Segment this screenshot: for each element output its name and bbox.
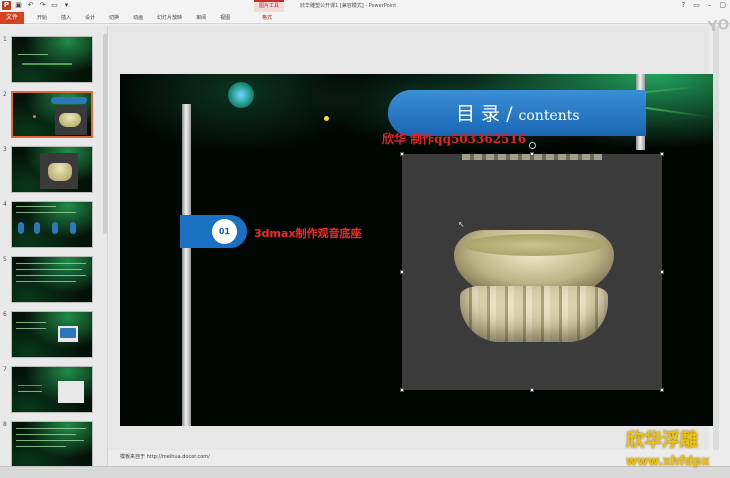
thumbnail-number: 3 bbox=[3, 146, 7, 153]
window-title: 欣华雕塑公开课1 [兼容模式] - PowerPoint bbox=[300, 3, 397, 9]
undo-icon[interactable]: ↶ bbox=[26, 1, 35, 10]
redo-icon[interactable]: ↷ bbox=[38, 1, 47, 10]
url-watermark: www.xhfdpx bbox=[626, 454, 710, 468]
tab-animations[interactable]: 动画 bbox=[126, 12, 150, 24]
tab-file[interactable]: 文件 bbox=[0, 12, 24, 24]
slide-editing-area: 目 录 / contents 01 3dmax制作观音底座 ↖ 欣华 制作qq5… bbox=[109, 26, 714, 450]
resize-handle-bl[interactable] bbox=[400, 388, 404, 392]
tab-format[interactable]: 格式 bbox=[262, 12, 272, 24]
thumbnail-number: 6 bbox=[3, 311, 7, 318]
resize-handle-l[interactable] bbox=[400, 270, 404, 274]
thumbnail-preview bbox=[11, 256, 93, 303]
tab-review[interactable]: 审阅 bbox=[189, 12, 213, 24]
thumbnail-preview bbox=[11, 91, 93, 138]
resize-handle-br[interactable] bbox=[660, 388, 664, 392]
brand-watermark: 欣华浮雕 bbox=[626, 430, 698, 451]
thumbnail-number: 8 bbox=[3, 421, 7, 428]
save-icon[interactable]: ▣ bbox=[14, 1, 23, 10]
ribbon-tabs: 文件 开始 插入 设计 切换 动画 幻灯片放映 审阅 视图 格式 bbox=[0, 12, 730, 24]
tab-design[interactable]: 设计 bbox=[78, 12, 102, 24]
mouse-cursor-icon: ↖ bbox=[458, 220, 465, 229]
picture-tools-header: 图片工具 bbox=[254, 0, 284, 12]
tab-slideshow[interactable]: 幻灯片放映 bbox=[150, 12, 189, 24]
canvas-scrollbar[interactable] bbox=[713, 26, 719, 450]
light-dot bbox=[324, 116, 329, 121]
resize-handle-r[interactable] bbox=[660, 270, 664, 274]
tab-home[interactable]: 开始 bbox=[30, 12, 54, 24]
tab-transitions[interactable]: 切换 bbox=[102, 12, 126, 24]
title-bar: P ▣ ↶ ↷ ▭ ▾ 图片工具 欣华雕塑公开课1 [兼容模式] - Power… bbox=[0, 0, 730, 12]
powerpoint-window: P ▣ ↶ ↷ ▭ ▾ 图片工具 欣华雕塑公开课1 [兼容模式] - Power… bbox=[0, 0, 730, 478]
thumbnail-number: 2 bbox=[3, 91, 7, 98]
window-controls: ? ▭ – ▢ bbox=[682, 1, 726, 9]
customize-qat-icon[interactable]: ▾ bbox=[62, 1, 71, 10]
thumbnail-preview bbox=[11, 201, 93, 248]
thumbnail-preview bbox=[11, 311, 93, 358]
start-slideshow-icon[interactable]: ▭ bbox=[50, 1, 59, 10]
toc-item-number: 01 bbox=[212, 219, 237, 244]
vertical-pole-left bbox=[182, 104, 191, 426]
maximize-icon[interactable]: ▢ bbox=[719, 1, 726, 9]
slide-thumbnail-1[interactable]: 1 bbox=[3, 36, 103, 84]
ribbon-tab-list: 开始 插入 设计 切换 动画 幻灯片放映 审阅 视图 bbox=[30, 12, 237, 24]
lotus-base-model bbox=[454, 230, 614, 348]
thumbnail-number: 4 bbox=[3, 201, 7, 208]
tab-insert[interactable]: 插入 bbox=[54, 12, 78, 24]
quick-access-toolbar: P ▣ ↶ ↷ ▭ ▾ bbox=[2, 1, 71, 10]
powerpoint-logo-icon: P bbox=[2, 1, 11, 10]
toc-title-cn: 目 录 bbox=[456, 103, 501, 125]
thumbnail-preview bbox=[11, 366, 93, 413]
thumbnail-preview bbox=[11, 146, 93, 193]
current-slide[interactable]: 目 录 / contents 01 3dmax制作观音底座 ↖ 欣华 制作qq5… bbox=[120, 74, 714, 426]
tab-view[interactable]: 视图 bbox=[213, 12, 237, 24]
thumbnail-number: 5 bbox=[3, 256, 7, 263]
status-bar bbox=[0, 466, 730, 478]
slide-thumbnail-4[interactable]: 4 bbox=[3, 201, 103, 249]
selected-picture[interactable]: ↖ bbox=[402, 154, 662, 390]
resize-handle-t[interactable] bbox=[530, 152, 534, 156]
ribbon-display-icon[interactable]: ▭ bbox=[693, 1, 700, 9]
video-logo-watermark: YO bbox=[706, 16, 730, 36]
light-orb bbox=[228, 82, 254, 108]
slide-thumbnails-panel: 1 2 3 4 5 6 7 8 bbox=[0, 26, 108, 469]
minimize-icon[interactable]: – bbox=[708, 1, 712, 9]
toc-title-en: contents bbox=[518, 108, 580, 124]
thumbnail-preview bbox=[11, 36, 93, 83]
thumbnail-number: 1 bbox=[3, 36, 7, 43]
toc-heading: 目 录 / contents bbox=[456, 99, 580, 126]
slide-thumbnail-8[interactable]: 8 bbox=[3, 421, 103, 469]
slide-thumbnail-3[interactable]: 3 bbox=[3, 146, 103, 194]
rotate-handle[interactable] bbox=[529, 142, 536, 149]
resize-handle-tr[interactable] bbox=[660, 152, 664, 156]
resize-handle-b[interactable] bbox=[530, 388, 534, 392]
slide-thumbnail-2[interactable]: 2 bbox=[3, 91, 103, 139]
help-icon[interactable]: ? bbox=[682, 1, 686, 9]
slide-thumbnail-5[interactable]: 5 bbox=[3, 256, 103, 304]
thumbnail-number: 7 bbox=[3, 366, 7, 373]
toc-separator: / bbox=[500, 103, 519, 125]
credit-text: 欣华 制作qq503362516 bbox=[382, 132, 527, 146]
resize-handle-tl[interactable] bbox=[400, 152, 404, 156]
slide-thumbnail-7[interactable]: 7 bbox=[3, 366, 103, 414]
toc-item-label[interactable]: 3dmax制作观音底座 bbox=[254, 225, 362, 241]
thumbnails-scrollbar[interactable] bbox=[103, 34, 107, 234]
thumbnail-preview bbox=[11, 421, 93, 468]
slide-thumbnail-6[interactable]: 6 bbox=[3, 311, 103, 359]
